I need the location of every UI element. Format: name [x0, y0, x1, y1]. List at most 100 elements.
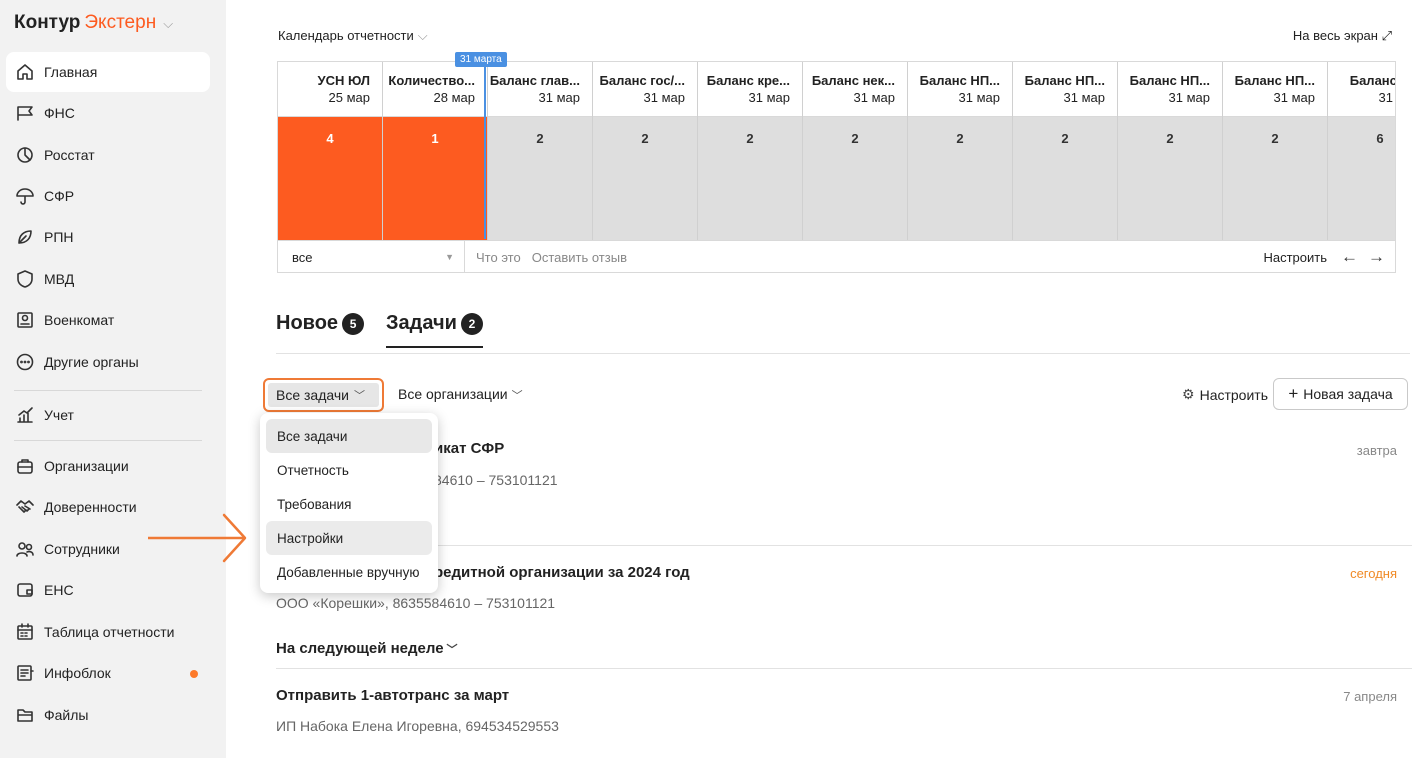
report-date: 31 мар	[538, 90, 580, 105]
sidebar-item-sfr[interactable]: СФР	[6, 176, 210, 216]
calendar-configure-link[interactable]: Настроить	[1263, 250, 1327, 265]
sidebar-item-mvd[interactable]: МВД	[6, 259, 210, 299]
tab-tasks[interactable]: Задачи 2	[386, 312, 483, 348]
task-title[interactable]: икат СФР	[434, 440, 504, 457]
calendar-cell[interactable]: 2	[908, 117, 1012, 240]
calendar-column[interactable]: Баланс НП... 31 мар 2	[908, 62, 1013, 240]
shield-icon	[14, 268, 36, 290]
next-week-label: На следующей неделе	[276, 640, 444, 657]
home-icon	[14, 61, 36, 83]
calendar-column[interactable]: Баланс кре... 31 мар 2	[698, 62, 803, 240]
calendar-cell[interactable]: 1	[383, 117, 487, 240]
calendar-cell[interactable]: 2	[1013, 117, 1117, 240]
report-date: 31 мар	[1168, 90, 1210, 105]
annotation-arrow-icon	[148, 513, 247, 563]
all-organizations-dropdown[interactable]: Все организации ﹀	[398, 386, 523, 403]
report-name: УСН ЮЛ	[317, 73, 370, 88]
sidebar: Контур Экстерн ⌵ Главная ФНС Росстат СФР…	[0, 0, 226, 758]
sidebar-item-label: СФР	[44, 188, 75, 204]
sidebar-item-label: Файлы	[44, 707, 89, 723]
report-name: Баланс НП...	[1024, 73, 1105, 88]
expand-icon: ⤢	[1381, 28, 1392, 43]
report-count: 2	[851, 131, 859, 146]
plus-icon: +	[1288, 384, 1299, 403]
arrow-left-icon[interactable]: ←	[1341, 247, 1358, 267]
calendar-column-header: Баланс НП... 31 мар	[1223, 62, 1327, 117]
pie-chart-icon	[14, 144, 36, 166]
menu-item-reporting[interactable]: Отчетность	[266, 453, 432, 487]
calendar-cell[interactable]: 2	[1118, 117, 1222, 240]
calendar-column-header: Баланс НП... 31 мар	[1013, 62, 1117, 117]
new-task-button[interactable]: + Новая задача	[1273, 378, 1408, 410]
calendar-column-header: Баланс гос/... 31 мар	[593, 62, 697, 117]
sidebar-item-label: Доверенности	[44, 499, 137, 515]
calendar-column[interactable]: Баланс ОВ 31 мар 6	[1328, 62, 1395, 240]
sidebar-divider	[14, 390, 202, 391]
sidebar-item-label: Другие органы	[44, 354, 139, 370]
tab-label: Новое	[276, 312, 339, 334]
menu-item-added-manually[interactable]: Добавленные вручную	[266, 555, 432, 589]
sidebar-item-reporting-table[interactable]: Таблица отчетности	[6, 612, 210, 652]
sidebar-item-home[interactable]: Главная	[6, 52, 210, 92]
sidebar-item-voenkomat[interactable]: Военкомат	[6, 300, 210, 340]
calendar-cell[interactable]: 2	[488, 117, 592, 240]
sidebar-item-ens[interactable]: ЕНС	[6, 570, 210, 610]
calendar-cell[interactable]: 2	[593, 117, 697, 240]
calendar-filter-select[interactable]: все ▼	[278, 241, 465, 272]
all-tasks-dropdown[interactable]: Все задачи ﹀	[263, 378, 384, 412]
tasks-settings-label: Настроить	[1199, 386, 1268, 403]
calendar-icon	[14, 621, 36, 643]
menu-item-settings[interactable]: Настройки	[266, 521, 432, 555]
leave-feedback-link[interactable]: Оставить отзыв	[532, 250, 627, 265]
sidebar-item-accounting[interactable]: Учет	[6, 395, 210, 435]
calendar-cell[interactable]: 2	[698, 117, 802, 240]
fullscreen-button[interactable]: На весь экран ⤢	[1293, 28, 1392, 44]
calendar-column[interactable]: УСН ЮЛ 25 мар 4	[278, 62, 383, 240]
calendar-title[interactable]: Календарь отчетности ⌵	[278, 28, 428, 44]
chevron-down-icon: ﹀	[353, 390, 365, 402]
sidebar-item-other-agencies[interactable]: Другие органы	[6, 342, 210, 382]
tasks-settings-button[interactable]: ⚙ Настроить	[1182, 386, 1268, 403]
reporting-calendar: УСН ЮЛ 25 мар 4 Количество... 28 мар 1 Баланс …	[277, 61, 1396, 273]
calendar-column[interactable]: Баланс НП... 31 мар 2	[1013, 62, 1118, 240]
brand-logo[interactable]: Контур Экстерн ⌵	[14, 12, 173, 34]
chevron-down-icon: ﹀	[446, 644, 458, 656]
today-marker-tag: 31 марта	[455, 52, 507, 67]
sidebar-item-organizations[interactable]: Организации	[6, 446, 210, 486]
fullscreen-label: На весь экран	[1292, 28, 1378, 43]
calendar-column-header: Баланс нек... 31 мар	[803, 62, 907, 117]
calendar-column[interactable]: Баланс НП... 31 мар 2	[1118, 62, 1223, 240]
report-name: Баланс НП...	[1129, 73, 1210, 88]
calendar-column[interactable]: Баланс НП... 31 мар 2	[1223, 62, 1328, 240]
calendar-column[interactable]: Баланс гос/... 31 мар 2	[593, 62, 698, 240]
calendar-column-header: Баланс НП... 31 мар	[1118, 62, 1222, 117]
count-badge: 5	[342, 312, 365, 335]
arrow-right-icon[interactable]: →	[1368, 247, 1385, 267]
calendar-cell[interactable]: 4	[278, 117, 382, 240]
calendar-cell[interactable]: 2	[1223, 117, 1327, 240]
task-divider	[276, 668, 1412, 669]
report-count: 1	[431, 131, 439, 146]
sidebar-item-infoblock[interactable]: Инфоблок	[6, 653, 210, 693]
sidebar-item-rosstat[interactable]: Росстат	[6, 135, 210, 175]
sidebar-item-label: Организации	[44, 458, 129, 474]
calendar-column[interactable]: Баланс нек... 31 мар 2	[803, 62, 908, 240]
chevron-down-icon: ⌵	[417, 28, 428, 43]
task-title[interactable]: редитной организации за 2024 год	[434, 564, 690, 581]
next-week-header[interactable]: На следующей неделе ﹀	[276, 640, 458, 657]
sidebar-item-rpn[interactable]: РПН	[6, 217, 210, 257]
sidebar-item-files[interactable]: Файлы	[6, 695, 210, 735]
calendar-column[interactable]: Баланс глав... 31 мар 2	[488, 62, 593, 240]
calendar-title-label: Календарь отчетности	[278, 28, 414, 43]
tab-new[interactable]: Новое 5	[276, 312, 365, 347]
calendar-column[interactable]: Количество... 28 мар 1	[383, 62, 488, 240]
menu-item-all-tasks[interactable]: Все задачи	[266, 419, 432, 453]
what-is-it-link[interactable]: Что это	[476, 250, 521, 265]
task-title[interactable]: Отправить 1-автотранс за март	[276, 687, 509, 704]
chevron-down-icon: ⌵	[163, 16, 174, 31]
menu-item-requirements[interactable]: Требования	[266, 487, 432, 521]
sidebar-item-fns[interactable]: ФНС	[6, 93, 210, 133]
calendar-cell[interactable]: 2	[803, 117, 907, 240]
calendar-cell[interactable]: 6	[1328, 117, 1395, 240]
folder-icon	[14, 704, 36, 726]
